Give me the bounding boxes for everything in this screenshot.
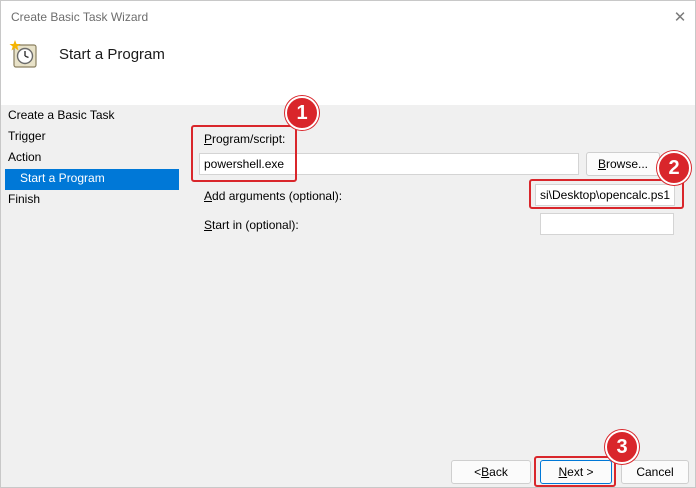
close-icon[interactable]: ✕: [665, 1, 695, 32]
start-in-label: Start in (optional):: [204, 218, 299, 232]
task-clock-icon: [9, 40, 37, 68]
annotation-box-program: [191, 125, 297, 182]
create-basic-task-wizard-window: Create Basic Task Wizard ✕ Start a Progr…: [0, 0, 696, 488]
start-in-input[interactable]: [540, 213, 674, 235]
annotation-badge-3: 3: [605, 430, 639, 464]
cancel-button[interactable]: Cancel: [621, 460, 689, 484]
sidebar-item-action[interactable]: Action: [1, 148, 181, 169]
sidebar-item-finish[interactable]: Finish: [1, 190, 181, 211]
wizard-header: Start a Program: [1, 32, 695, 105]
sidebar-item-start-a-program[interactable]: Start a Program: [5, 169, 179, 190]
annotation-badge-1: 1: [285, 96, 319, 130]
annotation-box-arguments: [529, 179, 684, 209]
sidebar-item-create-basic-task[interactable]: Create a Basic Task: [1, 106, 181, 127]
window-title: Create Basic Task Wizard: [11, 10, 149, 24]
annotation-badge-2: 2: [657, 151, 691, 185]
back-button[interactable]: < Back: [451, 460, 531, 484]
wizard-steps-sidebar: Create a Basic Task Trigger Action Start…: [1, 106, 181, 211]
sidebar-item-trigger[interactable]: Trigger: [1, 127, 181, 148]
title-bar: Create Basic Task Wizard ✕: [1, 1, 695, 32]
page-heading: Start a Program: [59, 46, 165, 63]
browse-button[interactable]: Browse...: [586, 152, 660, 176]
add-arguments-label: Add arguments (optional):: [204, 189, 343, 203]
annotation-box-next: [534, 456, 616, 487]
